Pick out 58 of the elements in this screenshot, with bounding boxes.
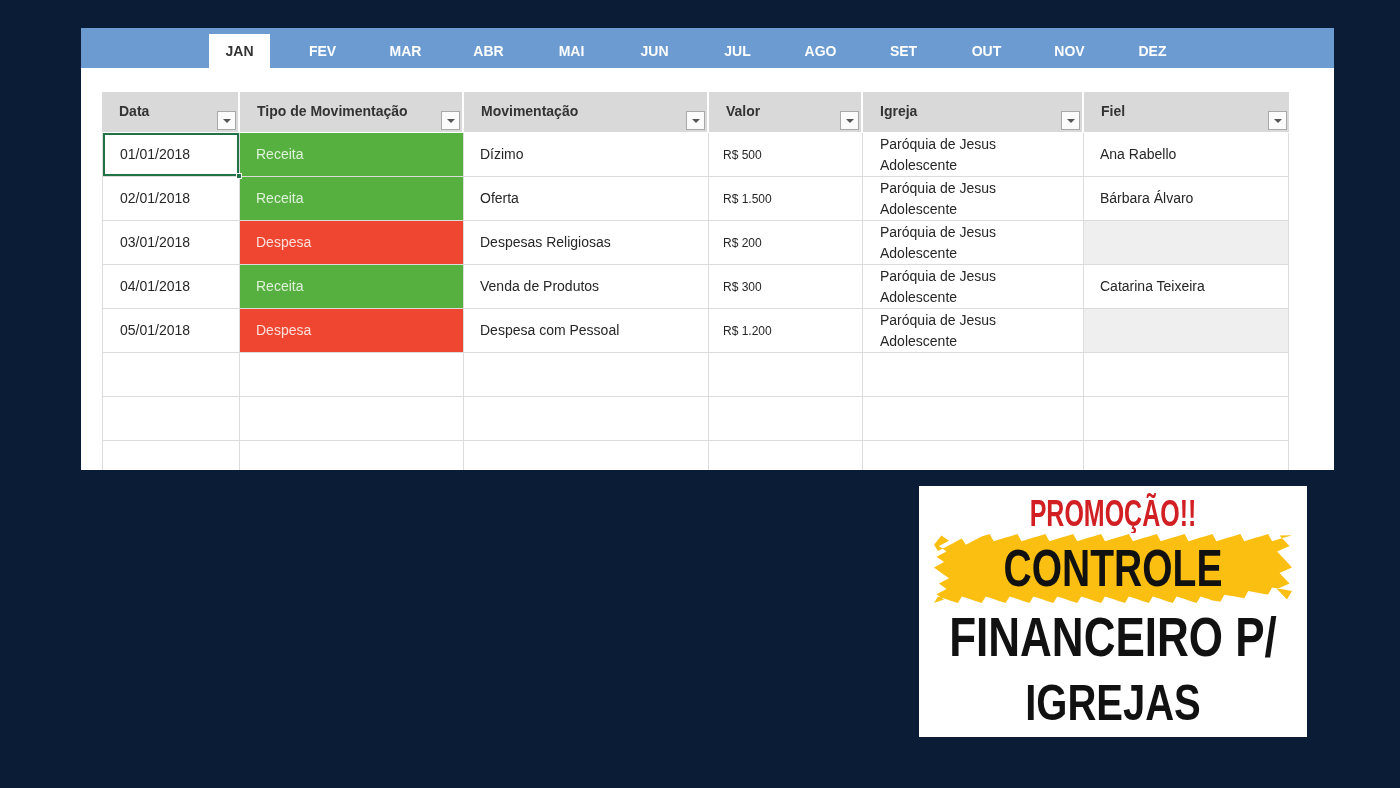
month-tab[interactable]: NOV (1039, 34, 1100, 68)
caret-icon (222, 118, 231, 123)
column-title: Data (119, 102, 150, 119)
filter-dropdown-button[interactable] (217, 111, 236, 130)
table-cell: Despesa (240, 221, 464, 265)
month-tab[interactable]: ABR (458, 34, 519, 68)
date-text: 04/01/2018 (120, 278, 191, 294)
fill-handle-icon[interactable] (236, 173, 242, 179)
month-tab[interactable]: JUL (707, 34, 768, 68)
table-cell: Venda de Produtos (464, 265, 709, 309)
filter-dropdown-button[interactable] (686, 111, 705, 130)
table-cell: Ana Rabello (1084, 133, 1289, 177)
month-tab[interactable]: JUN (624, 34, 685, 68)
table-cell: Paróquia de Jesus Adolescente (863, 133, 1084, 177)
month-tab[interactable]: OUT (956, 34, 1017, 68)
month-tab[interactable]: JAN (209, 34, 270, 68)
caret-icon (1066, 118, 1075, 123)
month-tab[interactable]: SET (873, 34, 934, 68)
caret-icon (691, 118, 700, 123)
filter-dropdown-button[interactable] (1268, 111, 1287, 130)
date-text: 01/01/2018 (120, 146, 191, 162)
column-title: Valor (726, 102, 761, 119)
table-cell: R$ 1.200 (709, 309, 863, 353)
table-cell: R$ 500 (709, 133, 863, 177)
caret-icon (845, 118, 854, 123)
month-tab[interactable]: MAI (541, 34, 602, 68)
table-cell: Receita (240, 265, 464, 309)
table-cell: Receita (240, 133, 464, 177)
date-text: 05/01/2018 (120, 322, 191, 338)
month-tab[interactable]: AGO (790, 34, 851, 68)
date-text: 03/01/2018 (120, 234, 191, 250)
column-title: Igreja (880, 102, 918, 119)
table-cell: Oferta (464, 177, 709, 221)
filter-dropdown-button[interactable] (441, 111, 460, 130)
table-cell: Receita (240, 177, 464, 221)
table-cell: R$ 300 (709, 265, 863, 309)
table-cell: R$ 1.500 (709, 177, 863, 221)
table-cell: Despesa com Pessoal (464, 309, 709, 353)
table-cell: Paróquia de Jesus Adolescente (863, 177, 1084, 221)
column-title: Movimentação (481, 102, 579, 119)
headline-text: FINANCEIRO P/ (949, 609, 1277, 665)
table-cell: R$ 200 (709, 221, 863, 265)
date-text: 02/01/2018 (120, 190, 191, 206)
promo-tag-text: PROMOÇÃO!! (1029, 492, 1197, 532)
table-cell: Despesas Religiosas (464, 221, 709, 265)
headline-text: IGREJAS (1025, 674, 1201, 730)
column-title: Fiel (1101, 102, 1126, 119)
table-cell: Dízimo (464, 133, 709, 177)
month-tab[interactable]: MAR (375, 34, 436, 68)
filter-dropdown-button[interactable] (1061, 111, 1080, 130)
caret-icon (446, 118, 455, 123)
column-title: Tipo de Movimentação (257, 102, 408, 119)
table-cell: Paróquia de Jesus Adolescente (863, 265, 1084, 309)
table-cell: Despesa (240, 309, 464, 353)
filter-dropdown-button[interactable] (840, 111, 859, 130)
month-tab[interactable]: DEZ (1122, 34, 1183, 68)
caret-icon (1273, 118, 1282, 123)
month-tab[interactable]: FEV (292, 34, 353, 68)
